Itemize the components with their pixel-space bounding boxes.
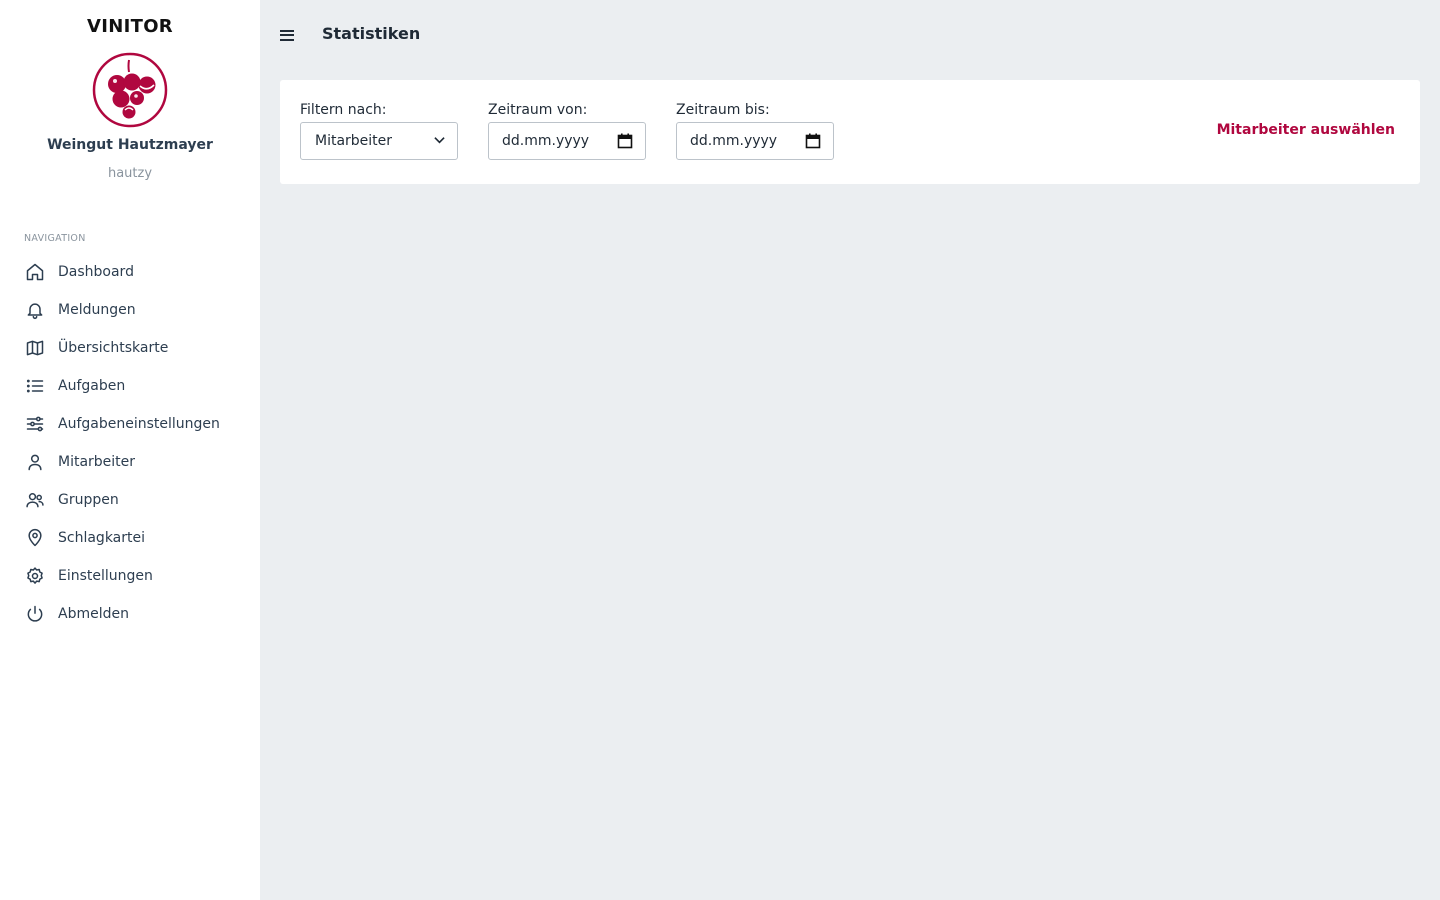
sidebar-item-label: Schlagkartei <box>58 530 146 546</box>
sidebar-item-dashboard[interactable]: Dashboard <box>0 253 260 291</box>
filter-by-field: Filtern nach: Mitarbeiter <box>300 102 458 160</box>
power-icon <box>24 603 46 625</box>
sidebar-item-gruppen[interactable]: Gruppen <box>0 481 260 519</box>
menu-toggle-icon[interactable] <box>280 26 298 44</box>
date-from-label: Zeitraum von: <box>488 102 588 118</box>
date-to-value: dd.mm.yyyy <box>690 133 778 149</box>
date-to-field: Zeitraum bis: dd.mm.yyyy <box>676 102 834 160</box>
sliders-icon <box>24 413 46 435</box>
sidebar-item-uebersichtskarte[interactable]: Übersichtskarte <box>0 329 260 367</box>
sidebar-item-label: Abmelden <box>58 606 129 622</box>
date-to-input[interactable]: dd.mm.yyyy <box>676 122 834 160</box>
map-icon <box>24 337 46 359</box>
company-name: Weingut Hautzmayer <box>47 137 213 153</box>
select-employee-button[interactable]: Mitarbeiter auswählen <box>1217 122 1395 138</box>
sidebar-item-einstellungen[interactable]: Einstellungen <box>0 557 260 595</box>
sidebar-item-meldungen[interactable]: Meldungen <box>0 291 260 329</box>
app-name: VINITOR <box>87 16 173 37</box>
filter-by-value: Mitarbeiter <box>315 133 393 149</box>
filter-by-label: Filtern nach: <box>300 102 387 118</box>
home-icon <box>24 261 46 283</box>
nav-section-title: NAVIGATION <box>24 233 86 244</box>
users-icon <box>24 489 46 511</box>
company-logo <box>92 52 168 128</box>
sidebar-item-label: Mitarbeiter <box>58 454 136 470</box>
filter-card: Filtern nach: Mitarbeiter Zeitraum von: … <box>280 80 1420 184</box>
username: hautzy <box>107 166 153 181</box>
sidebar-item-label: Aufgabeneinstellungen <box>58 416 220 432</box>
sidebar-item-mitarbeiter[interactable]: Mitarbeiter <box>0 443 260 481</box>
sidebar-item-schlagkartei[interactable]: Schlagkartei <box>0 519 260 557</box>
list-icon <box>24 375 46 397</box>
date-from-field: Zeitraum von: dd.mm.yyyy <box>488 102 646 160</box>
sidebar-item-label: Gruppen <box>58 492 119 508</box>
user-icon <box>24 451 46 473</box>
sidebar-item-label: Einstellungen <box>58 568 153 584</box>
sidebar-item-label: Meldungen <box>58 302 136 318</box>
map-pin-icon <box>24 527 46 549</box>
top-bar: Statistiken <box>260 0 1440 70</box>
sidebar-item-label: Übersichtskarte <box>58 340 169 356</box>
date-from-value: dd.mm.yyyy <box>502 133 590 149</box>
filter-by-select[interactable]: Mitarbeiter <box>300 122 458 160</box>
date-from-input[interactable]: dd.mm.yyyy <box>488 122 646 160</box>
calendar-icon[interactable] <box>617 133 633 149</box>
nav-list: Dashboard Meldungen Übersichtskarte Aufg… <box>0 253 260 633</box>
chevron-down-icon <box>434 136 445 147</box>
sidebar-item-aufgaben[interactable]: Aufgaben <box>0 367 260 405</box>
sidebar: VINITOR Weingut Hautzmayer hautzy NAVIGA… <box>0 0 260 900</box>
sidebar-item-aufgabeneinstellungen[interactable]: Aufgabeneinstellungen <box>0 405 260 443</box>
page-title: Statistiken <box>322 24 421 43</box>
bell-icon <box>24 299 46 321</box>
calendar-icon[interactable] <box>805 133 821 149</box>
gear-icon <box>24 565 46 587</box>
sidebar-item-label: Aufgaben <box>58 378 126 394</box>
sidebar-item-label: Dashboard <box>58 264 134 280</box>
sidebar-item-abmelden[interactable]: Abmelden <box>0 595 260 633</box>
date-to-label: Zeitraum bis: <box>676 102 770 118</box>
